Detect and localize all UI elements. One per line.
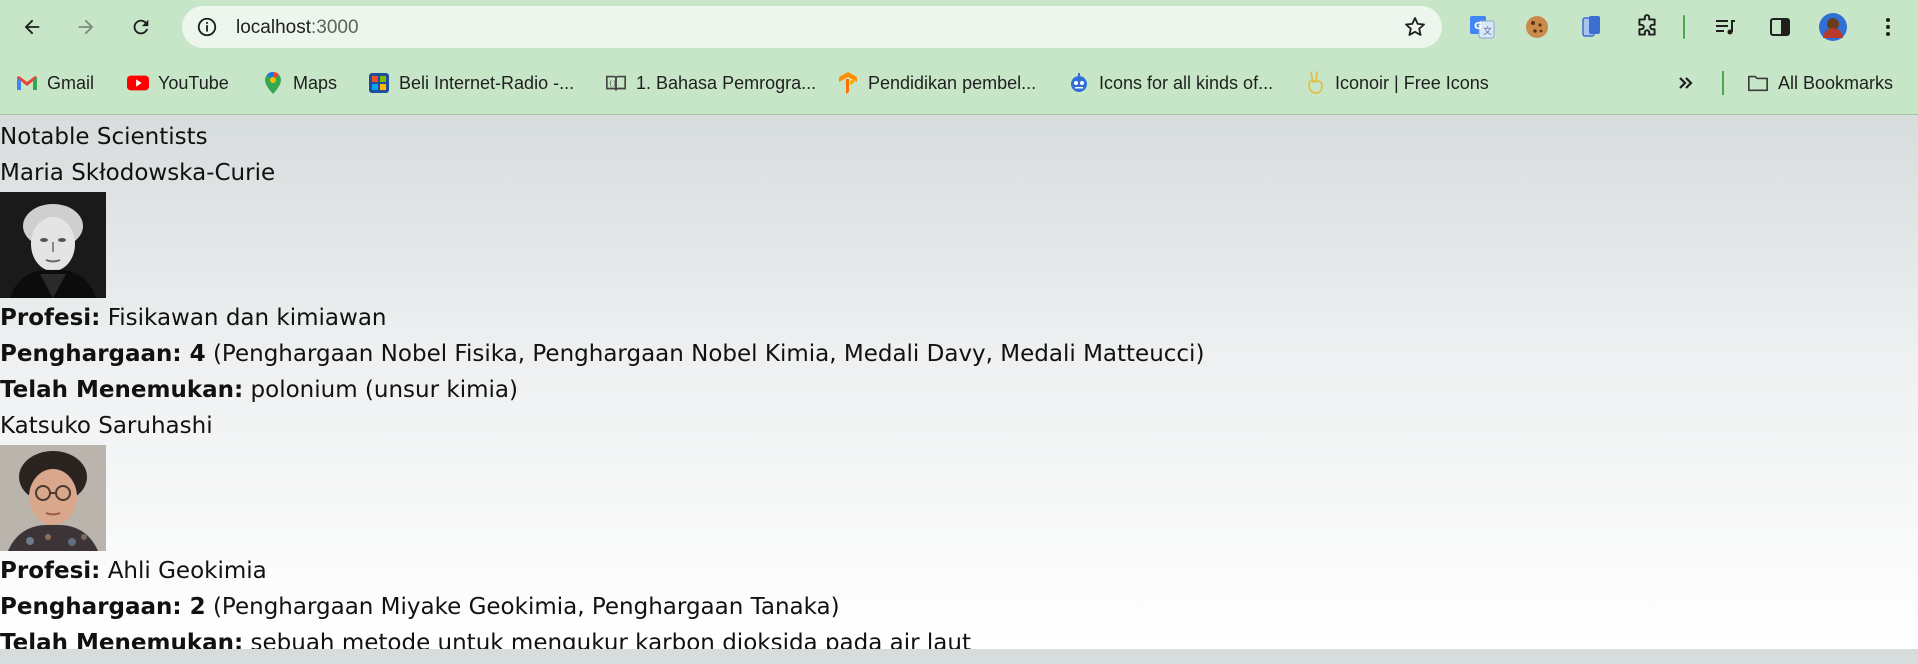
bookmark-pendidikan[interactable]: Pendidikan pembel...	[837, 68, 1036, 98]
awards-label: Penghargaan: 4	[0, 341, 206, 367]
browser-menu-button[interactable]	[1873, 12, 1903, 42]
profession-label: Profesi:	[0, 305, 101, 331]
address-bar[interactable]: localhost:3000	[182, 6, 1442, 48]
scientist-name: Katsuko Saruhashi	[0, 413, 213, 439]
profession-value: Ahli Geokimia	[107, 558, 267, 584]
forward-arrow-icon	[78, 19, 94, 35]
bookmark-radio-store[interactable]: Beli Internet-Radio -...	[368, 68, 574, 98]
site-info-button[interactable]	[192, 12, 222, 42]
url-port: :3000	[311, 17, 359, 38]
playlist-music-icon	[1716, 20, 1735, 35]
maps-icon	[262, 72, 284, 94]
radio-store-icon	[368, 72, 390, 94]
svg-text:文: 文	[1483, 25, 1492, 37]
folder-icon	[1747, 72, 1769, 94]
more-vert-icon	[1886, 18, 1890, 36]
media-controls-button[interactable]	[1710, 12, 1740, 42]
avatar	[1819, 13, 1847, 41]
back-button[interactable]	[15, 10, 49, 44]
all-bookmarks-label: All Bookmarks	[1778, 72, 1894, 93]
awards-row: Penghargaan: 2 (Penghargaan Miyake Geoki…	[0, 589, 1204, 625]
awards-row: Penghargaan: 4 (Penghargaan Nobel Fisika…	[0, 336, 1204, 372]
bookmark-label: Beli Internet-Radio -...	[399, 72, 575, 93]
youtube-icon	[127, 72, 149, 94]
bottom-strip	[0, 649, 1918, 664]
device-extension[interactable]	[1577, 12, 1607, 42]
reload-button[interactable]	[124, 10, 158, 44]
profile-button[interactable]	[1818, 12, 1848, 42]
discovery-value: polonium (unsur kimia)	[250, 377, 518, 403]
reload-icon	[133, 19, 149, 35]
awards-value: (Penghargaan Miyake Geokimia, Penghargaa…	[212, 594, 840, 620]
bookmark-iconoir[interactable]: Iconoir | Free Icons	[1304, 68, 1489, 98]
saruhashi-portrait-image	[0, 445, 106, 551]
book-icon: {}	[605, 72, 627, 94]
bookmark-maps[interactable]: Maps	[262, 68, 337, 98]
awards-label: Penghargaan: 2	[0, 594, 206, 620]
svg-text:G: G	[1474, 21, 1482, 32]
page-viewport: Notable Scientists Maria Skłodowska-Curi…	[0, 115, 1918, 656]
extensions-button[interactable]	[1632, 12, 1662, 42]
browser-toolbar: localhost:3000 G 文	[0, 0, 1918, 54]
bookmark-label: Icons for all kinds of...	[1099, 72, 1274, 93]
bookmark-bahasa-pemrograman[interactable]: {} 1. Bahasa Pemrogra...	[605, 68, 816, 98]
bookmark-label: Maps	[293, 72, 338, 93]
robot-icon	[1068, 72, 1090, 94]
cookie-extension[interactable]	[1522, 12, 1552, 42]
bookmark-label: YouTube	[158, 72, 229, 93]
bookmark-label: 1. Bahasa Pemrogra...	[636, 72, 817, 93]
google-translate-icon: G 文	[1470, 16, 1495, 39]
url-text: localhost:3000	[236, 17, 359, 39]
bookmarks-bar: Gmail YouTube Maps Beli Internet-Radio -…	[0, 64, 1918, 102]
profession-row: Profesi: Fisikawan dan kimiawan	[0, 300, 1204, 336]
profession-row: Profesi: Ahli Geokimia	[0, 553, 1204, 589]
back-arrow-icon	[24, 19, 40, 35]
profession-value: Fisikawan dan kimiawan	[107, 305, 387, 331]
page-title: Notable Scientists	[0, 124, 208, 150]
bookmark-label: Iconoir | Free Icons	[1335, 72, 1489, 93]
side-panel-icon	[1770, 18, 1790, 36]
scientist-name: Maria Skłodowska-Curie	[0, 160, 276, 186]
forward-button[interactable]	[69, 10, 103, 44]
page-content: Notable Scientists Maria Skłodowska-Curi…	[0, 119, 1204, 661]
toolbar-divider	[1683, 15, 1685, 39]
curie-portrait-image	[0, 192, 106, 298]
discovery-row: Telah Menemukan: polonium (unsur kimia)	[0, 372, 1204, 408]
side-panel-button[interactable]	[1765, 12, 1795, 42]
awards-value: (Penghargaan Nobel Fisika, Penghargaan N…	[212, 341, 1205, 367]
profession-label: Profesi:	[0, 558, 101, 584]
more-bookmarks-button[interactable]	[1675, 68, 1697, 98]
peace-hand-icon	[1304, 71, 1326, 94]
info-icon	[197, 17, 217, 37]
discovery-label: Telah Menemukan:	[0, 377, 244, 403]
bookmarks-divider	[1722, 71, 1724, 95]
url-host: localhost	[236, 17, 311, 38]
bookmark-youtube[interactable]: YouTube	[127, 68, 229, 98]
all-bookmarks-button[interactable]: All Bookmarks	[1747, 68, 1893, 98]
scientist-card-saruhashi: Katsuko Saruhashi Profesi: Ahli Geokimia…	[0, 408, 1204, 661]
scientist-card-curie: Maria Skłodowska-Curie Profesi: Fisikawa…	[0, 155, 1204, 408]
puzzle-icon	[1638, 14, 1656, 36]
browser-chrome: localhost:3000 G 文 Gmail YouTube Maps Be…	[0, 0, 1918, 115]
double-chevron-right-icon	[1675, 72, 1697, 94]
bookmark-gmail[interactable]: Gmail	[16, 68, 94, 98]
bookmark-icons-for-all[interactable]: Icons for all kinds of...	[1068, 68, 1273, 98]
gmail-icon	[16, 72, 38, 94]
bookmark-label: Gmail	[47, 72, 95, 93]
tensorflow-icon	[837, 72, 859, 94]
cookie-icon	[1526, 16, 1548, 38]
phone-copy-icon	[1582, 16, 1600, 37]
bookmark-star-button[interactable]	[1400, 12, 1430, 42]
bookmark-label: Pendidikan pembel...	[868, 72, 1037, 93]
star-icon	[1405, 17, 1425, 36]
svg-text:{}: {}	[609, 80, 617, 88]
google-translate-extension[interactable]: G 文	[1467, 12, 1497, 42]
